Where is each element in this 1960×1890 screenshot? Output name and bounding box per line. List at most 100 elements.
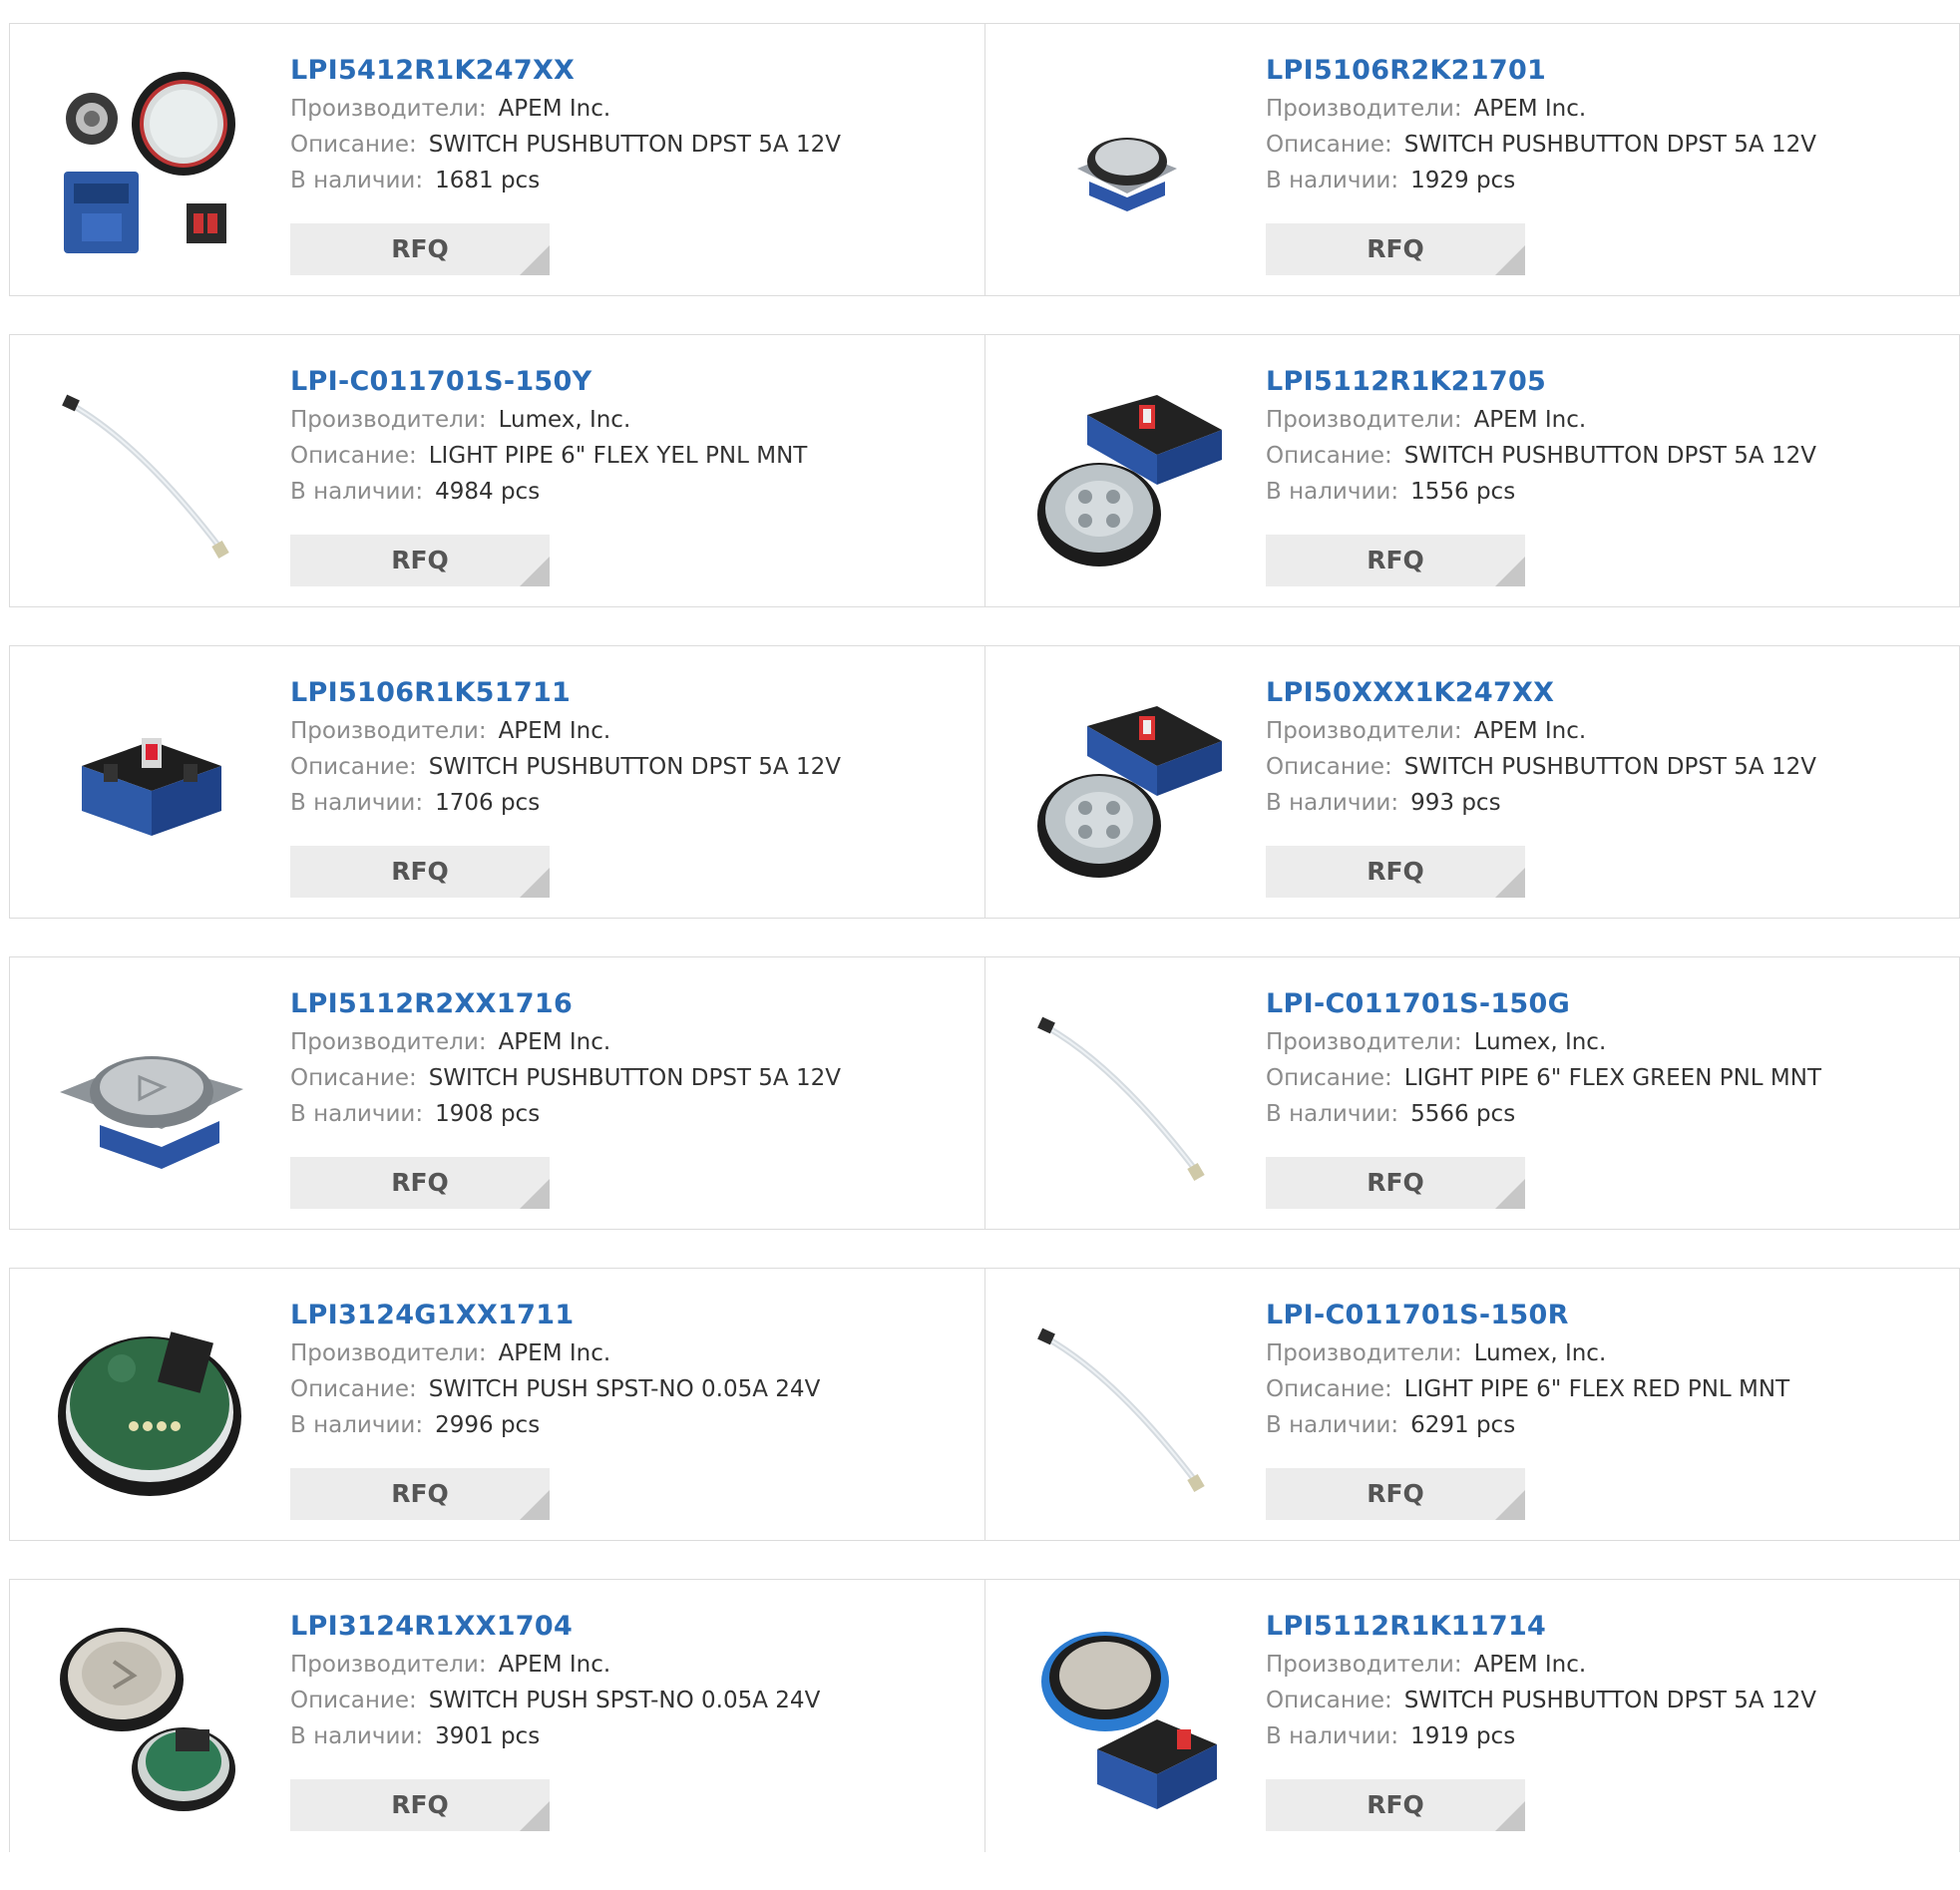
stock-line: В наличии: 2996 pcs — [290, 1407, 975, 1443]
rfq-button[interactable]: RFQ — [290, 846, 550, 898]
part-number-link[interactable]: LPI5106R1K51711 — [290, 673, 975, 713]
manufacturer-label: Производители: — [1266, 96, 1462, 122]
product-card: LPI5106R2K21701 Производители: APEM Inc. Оп… — [984, 24, 1959, 295]
manufacturer-line: Производители: APEM Inc. — [1266, 713, 1949, 749]
product-info: LPI5412R1K247XX Производители: APEM Inc. Оп… — [290, 51, 975, 198]
pushbutton-kit-image[interactable] — [52, 64, 251, 259]
rfq-button[interactable]: RFQ — [290, 1779, 550, 1831]
rfq-button-label: RFQ — [391, 857, 449, 886]
manufacturer-value: APEM Inc. — [1473, 96, 1587, 122]
manufacturer-line: Производители: APEM Inc. — [290, 1647, 975, 1683]
round-pushbutton-pair-image[interactable] — [52, 1620, 251, 1815]
rfq-button[interactable]: RFQ — [1266, 846, 1525, 898]
product-info: LPI3124R1XX1704 Производители: APEM Inc. Оп… — [290, 1607, 975, 1754]
description-value: SWITCH PUSHBUTTON DPST 5A 12V — [1403, 443, 1816, 469]
stock-line: В наличии: 1908 pcs — [290, 1096, 975, 1132]
manufacturer-value: APEM Inc. — [498, 96, 611, 122]
description-value: SWITCH PUSHBUTTON DPST 5A 12V — [1403, 132, 1816, 158]
manufacturer-label: Производители: — [290, 96, 487, 122]
rfq-button[interactable]: RFQ — [1266, 1468, 1525, 1520]
product-info: LPI-C011701S-150Y Производители: Lumex, In… — [290, 362, 975, 510]
light-pipe-image[interactable] — [52, 375, 251, 570]
rfq-button-label: RFQ — [1367, 1168, 1424, 1197]
part-number-link[interactable]: LPI5106R2K21701 — [1266, 51, 1949, 91]
part-number-link[interactable]: LPI5112R1K21705 — [1266, 362, 1949, 402]
rfq-button[interactable]: RFQ — [1266, 1779, 1525, 1831]
switch-housing-and-bezel-image[interactable] — [1027, 375, 1227, 570]
description-value: SWITCH PUSH SPST-NO 0.05A 24V — [428, 1376, 821, 1402]
manufacturer-value: APEM Inc. — [1473, 407, 1587, 433]
light-pipe-image[interactable] — [1027, 1309, 1227, 1504]
product-info: LPI5112R2XX1716 Производители: APEM Inc. Оп… — [290, 984, 975, 1132]
part-number-link[interactable]: LPI-C011701S-150Y — [290, 362, 975, 402]
rfq-button[interactable]: RFQ — [290, 223, 550, 275]
part-number-link[interactable]: LPI5112R2XX1716 — [290, 984, 975, 1024]
manufacturer-label: Производители: — [1266, 1652, 1462, 1678]
corner-triangle-icon — [1495, 1801, 1525, 1831]
description-line: Описание: SWITCH PUSHBUTTON DPST 5A 12V — [1266, 749, 1949, 785]
rfq-button[interactable]: RFQ — [1266, 1157, 1525, 1209]
stock-value: 993 pcs — [1410, 790, 1501, 816]
part-number-link[interactable]: LPI50XXX1K247XX — [1266, 673, 1949, 713]
stock-line: В наличии: 993 pcs — [1266, 785, 1949, 821]
blue-ring-pushbutton-image[interactable] — [1027, 1620, 1227, 1815]
description-label: Описание: — [290, 1065, 417, 1091]
stock-line: В наличии: 4984 pcs — [290, 474, 975, 510]
description-label: Описание: — [1266, 443, 1392, 469]
stock-value: 1929 pcs — [1410, 168, 1516, 193]
description-label: Описание: — [1266, 1065, 1392, 1091]
light-pipe-image[interactable] — [1027, 997, 1227, 1193]
manufacturer-line: Производители: Lumex, Inc. — [290, 402, 975, 438]
manufacturer-label: Производители: — [290, 407, 487, 433]
stock-value: 2996 pcs — [435, 1412, 541, 1438]
switch-housing-image[interactable] — [52, 686, 251, 882]
stock-label: В наличии: — [1266, 1101, 1399, 1127]
description-value: SWITCH PUSHBUTTON DPST 5A 12V — [428, 754, 841, 780]
part-number-link[interactable]: LPI-C011701S-150R — [1266, 1296, 1949, 1335]
rfq-button[interactable]: RFQ — [290, 535, 550, 586]
stock-label: В наличии: — [1266, 479, 1399, 505]
product-row: LPI5112R2XX1716 Производители: APEM Inc. Оп… — [9, 956, 1960, 1230]
description-line: Описание: LIGHT PIPE 6" FLEX RED PNL MNT — [1266, 1371, 1949, 1407]
rfq-button[interactable]: RFQ — [1266, 535, 1525, 586]
stock-label: В наличии: — [290, 479, 424, 505]
part-number-link[interactable]: LPI-C011701S-150G — [1266, 984, 1949, 1024]
product-card: LPI5112R1K21705 Производители: APEM Inc. Оп… — [984, 335, 1959, 606]
stock-label: В наличии: — [290, 790, 424, 816]
stock-label: В наличии: — [1266, 168, 1399, 193]
manufacturer-label: Производители: — [290, 1340, 487, 1366]
rfq-button[interactable]: RFQ — [290, 1157, 550, 1209]
corner-triangle-icon — [520, 1490, 550, 1520]
product-info: LPI-C011701S-150R Производители: Lumex, In… — [1266, 1296, 1949, 1443]
description-value: LIGHT PIPE 6" FLEX RED PNL MNT — [1403, 1376, 1790, 1402]
manufacturer-line: Производители: APEM Inc. — [1266, 91, 1949, 127]
manufacturer-value: Lumex, Inc. — [1473, 1340, 1607, 1366]
description-label: Описание: — [290, 1688, 417, 1713]
square-pushbutton-image[interactable] — [1027, 64, 1227, 259]
arrow-pushbutton-image[interactable] — [52, 997, 251, 1193]
product-grid: LPI5412R1K247XX Производители: APEM Inc. Оп… — [9, 23, 1960, 1890]
part-number-link[interactable]: LPI5412R1K247XX — [290, 51, 975, 91]
description-value: SWITCH PUSHBUTTON DPST 5A 12V — [1403, 1688, 1816, 1713]
part-number-link[interactable]: LPI5112R1K11714 — [1266, 1607, 1949, 1647]
manufacturer-label: Производители: — [290, 1652, 487, 1678]
stock-label: В наличии: — [1266, 1412, 1399, 1438]
part-number-link[interactable]: LPI3124G1XX1711 — [290, 1296, 975, 1335]
manufacturer-value: APEM Inc. — [498, 1340, 611, 1366]
rfq-button-label: RFQ — [1367, 1479, 1424, 1508]
pcb-pushbutton-image[interactable] — [52, 1309, 251, 1504]
manufacturer-label: Производители: — [1266, 1340, 1462, 1366]
rfq-button[interactable]: RFQ — [290, 1468, 550, 1520]
part-number-link[interactable]: LPI3124R1XX1704 — [290, 1607, 975, 1647]
description-label: Описание: — [290, 132, 417, 158]
product-card: LPI5112R2XX1716 Производители: APEM Inc. Оп… — [10, 957, 984, 1229]
stock-line: В наличии: 1681 pcs — [290, 163, 975, 198]
stock-value: 6291 pcs — [1410, 1412, 1516, 1438]
product-row: LPI5412R1K247XX Производители: APEM Inc. Оп… — [9, 23, 1960, 296]
corner-triangle-icon — [1495, 1179, 1525, 1209]
stock-line: В наличии: 1929 pcs — [1266, 163, 1949, 198]
switch-housing-and-bezel-image[interactable] — [1027, 686, 1227, 882]
rfq-button[interactable]: RFQ — [1266, 223, 1525, 275]
stock-label: В наличии: — [290, 1101, 424, 1127]
description-line: Описание: SWITCH PUSH SPST-NO 0.05A 24V — [290, 1683, 975, 1718]
